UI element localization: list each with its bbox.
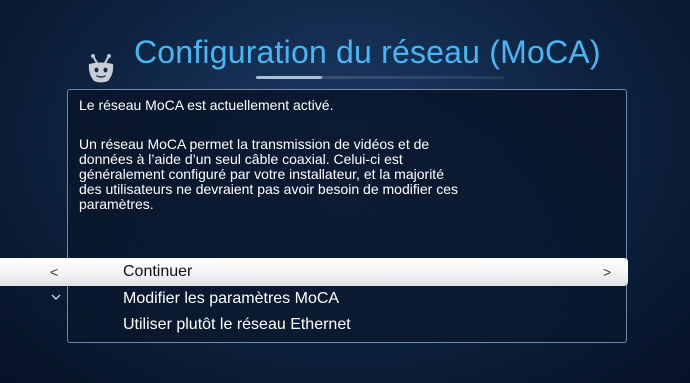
description-line: généralement configuré par votre install… xyxy=(79,166,444,182)
menu-item-continuer[interactable]: < Continuer > xyxy=(0,258,628,286)
moca-description: Un réseau MoCA permet la transmission de… xyxy=(79,137,619,212)
menu-item-utiliser-ethernet[interactable]: Utiliser plutôt le réseau Ethernet xyxy=(123,315,351,335)
description-line: paramètres. xyxy=(79,196,154,212)
description-line: données à l’aide d’un seul câble coaxial… xyxy=(79,151,403,167)
page-title: Configuration du réseau (MoCA) xyxy=(134,34,601,70)
title-progress-bar xyxy=(256,76,504,79)
chevron-down-icon xyxy=(51,294,61,300)
menu-item-label: Continuer xyxy=(123,263,193,280)
menu-item-modifier-parametres[interactable]: Modifier les paramètres MoCA xyxy=(123,289,339,309)
description-line: des utilisateurs ne devraient pas avoir … xyxy=(79,181,458,197)
chevron-right-icon[interactable]: > xyxy=(603,263,611,281)
moca-status-text: Le réseau MoCA est actuellement activé. xyxy=(79,97,334,113)
chevron-left-icon[interactable]: < xyxy=(50,263,58,281)
description-line: Un réseau MoCA permet la transmission de… xyxy=(79,136,430,152)
tivo-logo-icon xyxy=(88,54,114,83)
